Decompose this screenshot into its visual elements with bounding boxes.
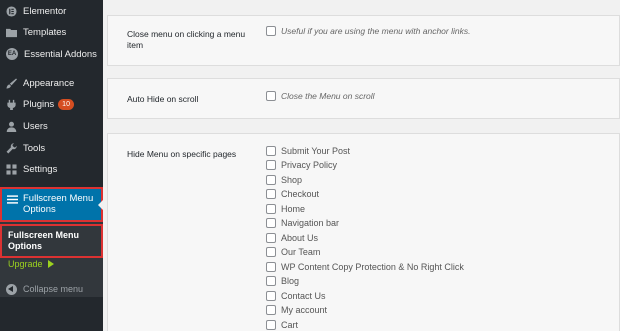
settings-icon [6, 163, 17, 175]
setting-label: Auto Hide on scroll [127, 94, 199, 104]
checkbox-box[interactable] [266, 204, 276, 214]
setting-hide-menu-on-pages: Hide Menu on specific pages Submit Your … [107, 133, 620, 331]
checkbox-box[interactable] [266, 91, 276, 101]
checkbox-box[interactable] [266, 175, 276, 185]
checkbox-box[interactable] [266, 160, 276, 170]
current-indicator-arrow [98, 200, 103, 210]
sidebar-item-elementor[interactable]: Elementor [0, 0, 103, 22]
sidebar-item-label: Essential Addons [24, 48, 97, 60]
sidebar-item-label: Elementor [23, 5, 67, 17]
sidebar-item-label: Appearance [23, 77, 75, 89]
checkbox-box[interactable] [266, 218, 276, 228]
page-checkbox-contact-us[interactable]: Contact Us [266, 291, 326, 301]
checkbox-box[interactable] [266, 262, 276, 272]
sidebar-item-label: Fullscreen Menu Options [23, 193, 94, 215]
wrench-icon [6, 142, 17, 154]
checkbox-box[interactable] [266, 26, 276, 36]
page-checkbox-cart[interactable]: Cart [266, 320, 298, 330]
sidebar-item-label: Settings [23, 163, 58, 175]
close-menu-on-click-checkbox[interactable]: Useful if you are using the menu with an… [266, 26, 470, 36]
plugin-icon [6, 99, 17, 110]
page-checkbox-navigation-bar[interactable]: Navigation bar [266, 218, 339, 228]
submenu-item-fullscreen-menu-options[interactable]: Fullscreen Menu Options [0, 224, 103, 258]
ea-icon: EA [6, 48, 18, 60]
setting-label: Hide Menu on specific pages [127, 149, 237, 159]
checkbox-box[interactable] [266, 146, 276, 156]
sidebar-item-templates[interactable]: Templates [0, 21, 103, 43]
checkbox-box[interactable] [266, 320, 276, 330]
page-checkbox-submit-your-post[interactable]: Submit Your Post [266, 146, 350, 156]
page-checkbox-shop[interactable]: Shop [266, 175, 302, 185]
checkbox-box[interactable] [266, 233, 276, 243]
submenu-item-upgrade[interactable]: Upgrade [8, 259, 54, 269]
admin-screen: Elementor Templates EA Essential Addons … [0, 0, 620, 331]
sidebar-item-label: Plugins [23, 98, 55, 110]
plugin-update-badge: 10 [58, 98, 74, 110]
arrow-right-icon [47, 260, 54, 268]
setting-close-menu-on-click: Close menu on clicking a menu item Usefu… [107, 15, 620, 66]
sidebar-item-fullscreen-menu-options[interactable]: Fullscreen Menu Options [0, 187, 103, 222]
paintbrush-icon [6, 77, 17, 89]
sidebar-item-label: Users [23, 120, 48, 132]
checkbox-box[interactable] [266, 276, 276, 286]
admin-sidebar: Elementor Templates EA Essential Addons … [0, 0, 103, 331]
elementor-icon [6, 5, 17, 17]
sidebar-item-appearance[interactable]: Appearance [0, 72, 103, 94]
page-checkbox-wp-content-copy-protection[interactable]: WP Content Copy Protection & No Right Cl… [266, 262, 464, 272]
page-checkbox-home[interactable]: Home [266, 204, 305, 214]
sidebar-item-plugins[interactable]: Plugins 10 [0, 93, 103, 115]
sidebar-item-tools[interactable]: Tools [0, 137, 103, 159]
sidebar-item-label: Templates [23, 26, 67, 38]
page-checkbox-checkout[interactable]: Checkout [266, 189, 319, 199]
checkbox-box[interactable] [266, 247, 276, 257]
sidebar-item-essential-addons[interactable]: EA Essential Addons [0, 43, 103, 65]
page-checkbox-about-us[interactable]: About Us [266, 233, 318, 243]
page-checkbox-my-account[interactable]: My account [266, 305, 327, 315]
auto-hide-on-scroll-checkbox[interactable]: Close the Menu on scroll [266, 91, 375, 101]
checkbox-box[interactable] [266, 291, 276, 301]
collapse-icon [6, 283, 17, 295]
sidebar-item-users[interactable]: Users [0, 115, 103, 137]
page-checkbox-our-team[interactable]: Our Team [266, 247, 320, 257]
sidebar-item-settings[interactable]: Settings [0, 158, 103, 180]
collapse-menu-button[interactable]: Collapse menu [0, 280, 103, 298]
users-icon [6, 121, 17, 132]
page-checkbox-privacy-policy[interactable]: Privacy Policy [266, 160, 337, 170]
setting-label: Close menu on clicking a menu item [127, 29, 246, 50]
checkbox-box[interactable] [266, 305, 276, 315]
menu-icon [7, 194, 18, 205]
sidebar-item-label: Tools [23, 142, 46, 154]
checkbox-box[interactable] [266, 189, 276, 199]
page-checkbox-blog[interactable]: Blog [266, 276, 299, 286]
folder-icon [6, 27, 17, 38]
setting-auto-hide-on-scroll: Auto Hide on scroll Close the Menu on sc… [107, 78, 620, 119]
